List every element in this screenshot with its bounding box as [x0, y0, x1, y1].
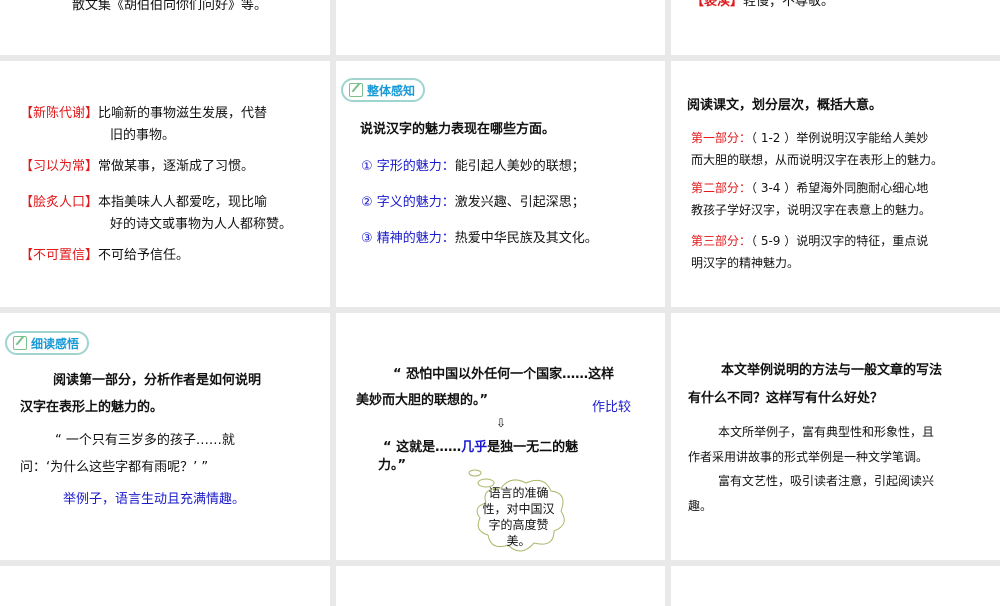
question-text: 说说汉字的魅力表现在哪些方面。: [360, 122, 556, 137]
vocab-definition: 轻慢；不尊敬。: [743, 0, 835, 9]
section-badge: 整体感知: [341, 78, 426, 102]
point-label: ② 字义的魅力：: [361, 195, 455, 210]
vocab-term: 【新陈代谢】: [20, 106, 99, 121]
vocab-definition-cont: 好的诗文或事物为人人都称赞。: [110, 217, 293, 232]
cloud-text: 语言的准确: [488, 486, 549, 500]
vocab-term: 【脍炙人口】: [20, 195, 99, 210]
slide-thumbnail-11[interactable]: [336, 566, 665, 606]
slide-title: 阅读课文，划分层次，概括大意。: [687, 98, 883, 113]
quote-text-cont: 美妙而大胆的联想的。”: [356, 393, 489, 408]
point-text: 激发兴趣、引起深思；: [454, 195, 585, 210]
vocab-term: 【亵渎】: [691, 0, 744, 9]
question-text: 本文举例说明的方法与一般文章的写法: [721, 363, 943, 378]
quote-text-cont: 问：‘为什么这些字都有雨呢？’ ”: [20, 460, 209, 475]
vocab-definition: 比喻新的事物滋生发展，代替: [98, 106, 268, 121]
slide-text: 散文集《胡伯伯向你们问好》等。: [72, 0, 268, 13]
answer-text: 作者采用讲故事的形式举例是一种文学笔调。: [688, 450, 929, 464]
quote-text-cont: 力。”: [378, 458, 407, 473]
slide-thumbnail-5[interactable]: 整体感知 说说汉字的魅力表现在哪些方面。 ① 字形的魅力：能引起人美妙的联想； …: [336, 61, 665, 307]
slide-thumbnail-4[interactable]: 【新陈代谢】比喻新的事物滋生发展，代替 旧的事物。 【习以为常】常做某事，逐渐成…: [0, 61, 330, 307]
edit-icon: [349, 83, 363, 97]
cloud-text: 美。: [506, 534, 531, 548]
quote-text: “ 这就是……: [383, 440, 462, 455]
point-label: ③ 精神的魅力：: [361, 231, 455, 246]
edit-icon: [13, 336, 27, 350]
answer-text: 举例子，语言生动且充满情趣。: [63, 492, 246, 507]
annotation-text: 作比较: [592, 400, 632, 415]
answer-text: 本文所举例子，富有典型性和形象性，且: [718, 425, 935, 439]
quote-text: “ 一个只有三岁多的孩子……就: [55, 433, 235, 448]
point-text: 能引起人美妙的联想；: [454, 159, 585, 174]
cloud-text: 性，对中国汉: [482, 502, 555, 516]
quote-text: “ 恐怕中国以外任何一个国家……这样: [393, 367, 615, 382]
slide-thumbnail-12[interactable]: [671, 566, 1000, 606]
part-text: （ 1-2 ）举例说明汉字能给人美妙: [751, 131, 929, 145]
vocab-term: 【不可置信】: [20, 248, 99, 263]
vocab-definition: 常做某事，逐渐成了习惯。: [98, 159, 255, 174]
slide-thumbnail-2[interactable]: [336, 0, 665, 55]
slide-thumbnail-7[interactable]: 细读感悟 阅读第一部分，分析作者是如何说明 汉字在表形上的魅力的。 “ 一个只有…: [0, 313, 330, 560]
slide-thumbnail-1[interactable]: 散文集《胡伯伯向你们问好》等。: [0, 0, 330, 55]
slide-thumbnail-8[interactable]: “ 恐怕中国以外任何一个国家……这样 美妙而大胆的联想的。” 作比较 ⇩ “ 这…: [336, 313, 665, 560]
answer-text: 趣。: [688, 499, 713, 513]
vocab-definition: 不可给予信任。: [98, 248, 190, 263]
question-text-cont: 汉字在表形上的魅力的。: [20, 400, 164, 415]
vocab-definition: 本指美味人人都爱吃，现比喻: [98, 195, 268, 210]
question-text-cont: 有什么不同？这样写有什么好处？: [688, 391, 884, 406]
vocab-term: 【习以为常】: [20, 159, 99, 174]
badge-label: 细读感悟: [31, 336, 80, 351]
slide-thumbnail-9[interactable]: 本文举例说明的方法与一般文章的写法 有什么不同？这样写有什么好处？ 本文所举例子…: [671, 313, 1000, 560]
down-arrow-icon: ⇩: [496, 416, 507, 430]
quote-text: 是独一无二的魅: [487, 440, 579, 455]
part-text-cont: 而大胆的联想，从而说明汉字在表形上的魅力。: [691, 153, 944, 167]
part-label: 第一部分：: [691, 131, 752, 145]
part-text-cont: 教孩子学好汉字，说明汉字在表意上的魅力。: [691, 203, 932, 217]
question-text: 阅读第一部分，分析作者是如何说明: [53, 373, 262, 388]
part-text-cont: 明汉字的精神魅力。: [691, 256, 800, 270]
part-text: （ 3-4 ）希望海外同胞耐心细心地: [751, 181, 929, 195]
badge-label: 整体感知: [367, 83, 416, 98]
vocab-definition-cont: 旧的事物。: [110, 128, 176, 143]
part-label: 第三部分：: [691, 234, 752, 248]
part-label: 第二部分：: [691, 181, 752, 195]
slide-thumbnail-6[interactable]: 阅读课文，划分层次，概括大意。 第一部分：（ 1-2 ）举例说明汉字能给人美妙 …: [671, 61, 1000, 307]
cloud-text: 字的高度赞: [488, 518, 549, 532]
part-text: （ 5-9 ）说明汉字的特征，重点说: [751, 234, 929, 248]
answer-text: 富有文艺性，吸引读者注意，引起阅读兴: [718, 474, 935, 488]
slide-thumbnail-10[interactable]: [0, 566, 330, 606]
section-badge: 细读感悟: [5, 331, 90, 355]
slide-thumbnail-3[interactable]: 【亵渎】轻慢；不尊敬。: [671, 0, 1000, 55]
point-label: ① 字形的魅力：: [361, 159, 455, 174]
highlight-word: 几乎: [461, 440, 488, 455]
point-text: 热爱中华民族及其文化。: [454, 231, 598, 246]
